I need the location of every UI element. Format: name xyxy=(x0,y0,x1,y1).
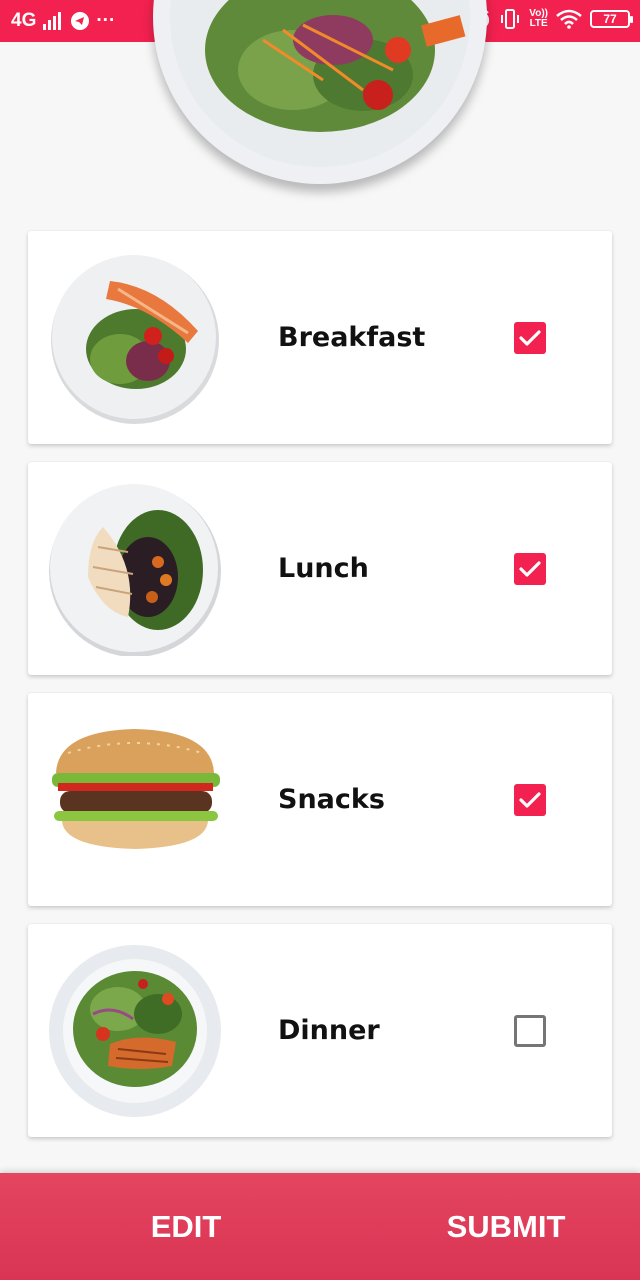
edit-button[interactable]: EDIT xyxy=(0,1173,372,1280)
meal-label: Breakfast xyxy=(278,322,426,353)
snacks-checkbox[interactable] xyxy=(514,784,546,816)
battery-level: 77 xyxy=(603,12,617,26)
meal-label: Lunch xyxy=(278,553,369,584)
meal-card-dinner[interactable]: Dinner xyxy=(28,924,612,1137)
meal-label: Snacks xyxy=(278,784,385,815)
volte-indicator: Vo)) LTE xyxy=(529,9,548,29)
meal-card-lunch[interactable]: Lunch xyxy=(28,462,612,675)
lunch-checkbox[interactable] xyxy=(514,553,546,585)
meal-label: Dinner xyxy=(278,1015,380,1046)
check-icon xyxy=(519,330,541,346)
wifi-icon xyxy=(556,9,582,29)
lunch-image xyxy=(48,482,222,657)
meal-card-snacks[interactable]: Snacks xyxy=(28,693,612,906)
vibrate-icon xyxy=(501,9,520,29)
hero-salad-image xyxy=(153,0,487,184)
dinner-image xyxy=(48,944,222,1118)
breakfast-checkbox[interactable] xyxy=(514,322,546,354)
submit-button[interactable]: SUBMIT xyxy=(372,1173,640,1280)
status-right: Vo)) LTE 77 xyxy=(469,8,633,30)
check-icon xyxy=(519,561,541,577)
breakfast-image xyxy=(48,251,222,425)
dinner-checkbox[interactable] xyxy=(514,1015,546,1047)
snacks-image xyxy=(48,713,222,887)
check-icon xyxy=(519,792,541,808)
battery-icon: 77 xyxy=(590,10,633,28)
meal-card-breakfast[interactable]: Breakfast xyxy=(28,231,612,444)
lte-label: LTE xyxy=(529,18,548,29)
bottom-action-bar: EDIT SUBMIT xyxy=(0,1173,640,1280)
